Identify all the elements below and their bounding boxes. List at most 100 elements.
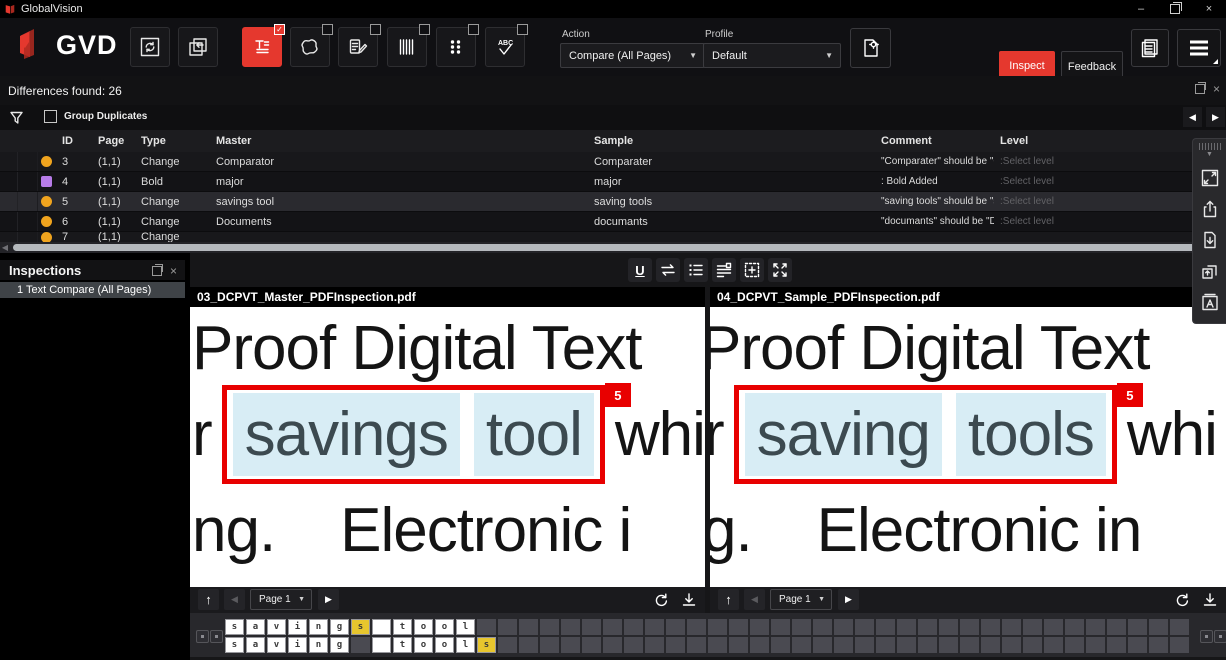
profile-settings-button[interactable] [850, 28, 891, 68]
difference-list-button[interactable] [684, 258, 708, 282]
color-inspection-checkbox[interactable] [370, 24, 381, 35]
close-button[interactable]: × [1192, 0, 1226, 18]
scroll-up-button[interactable]: ↑ [718, 589, 739, 610]
spelling-inspection-tool-button[interactable]: ABC [485, 27, 525, 67]
group-duplicates[interactable]: Group Duplicates [44, 110, 147, 123]
rotate-button[interactable] [650, 589, 671, 610]
prev-page-button[interactable]: ◀ [744, 589, 765, 610]
prev-page-button[interactable]: ◀ [224, 589, 245, 610]
next-page-button[interactable]: ▶ [838, 589, 859, 610]
collapse-panel-icon[interactable]: ▼ [1193, 151, 1226, 159]
next-difference-button[interactable]: ▶ [1206, 107, 1225, 127]
underline-button[interactable]: U [628, 258, 652, 282]
menu-button[interactable] [1177, 29, 1221, 67]
difference-highlight-box[interactable]: savingstool 5 [222, 385, 605, 484]
difference-number-badge[interactable]: 5 [605, 383, 631, 407]
color-inspection-tool-button[interactable] [338, 27, 378, 67]
strip-option-button[interactable] [1214, 630, 1226, 643]
level-select[interactable]: :Select level [994, 192, 1180, 211]
download-button[interactable] [678, 589, 699, 610]
char-cell [372, 637, 391, 653]
col-comment[interactable]: Comment [875, 135, 994, 147]
difference-highlight-box[interactable]: savingtools 5 [734, 385, 1117, 484]
col-id[interactable]: ID [56, 135, 92, 147]
text-compare-checkbox[interactable]: ✓ [274, 24, 285, 35]
table-row[interactable]: 4(1,1)Boldmajormajor: Bold Added:Select … [0, 172, 1226, 192]
float-panel-icon[interactable] [1195, 84, 1205, 94]
char-cell [351, 637, 370, 653]
profile-dropdown[interactable]: Default▼ [703, 43, 841, 68]
save-page-button[interactable] [1198, 228, 1222, 252]
fit-to-window-button[interactable] [1198, 166, 1222, 190]
page-select-dropdown[interactable]: Page 1▼ [250, 589, 312, 610]
group-duplicates-checkbox[interactable] [44, 110, 57, 123]
table-row[interactable]: 6(1,1)ChangeDocumentsdocumants"documants… [0, 212, 1226, 232]
font-inspect-button[interactable] [1198, 290, 1222, 314]
master-doc-view[interactable]: Proof Digital Text r savingstool 5 whi n… [190, 307, 705, 587]
barcode-inspection-checkbox[interactable] [419, 24, 430, 35]
next-page-button[interactable]: ▶ [318, 589, 339, 610]
underline-icon: U [635, 263, 644, 278]
restore-button[interactable] [1158, 0, 1192, 18]
spelling-inspection-checkbox[interactable] [517, 24, 528, 35]
text-details-button[interactable] [712, 258, 736, 282]
add-region-button[interactable] [740, 258, 764, 282]
graphics-compare-checkbox[interactable] [322, 24, 333, 35]
load-previous-tool-button[interactable] [178, 27, 218, 67]
sample-doc-view[interactable]: Proof Digital Text r savingtools 5 whi g… [710, 307, 1226, 587]
close-panel-icon[interactable]: × [170, 266, 177, 276]
table-row[interactable]: 3(1,1)ChangeComparatorComparater"Compara… [0, 152, 1226, 172]
col-level[interactable]: Level [994, 135, 1180, 147]
horizontal-scrollbar[interactable]: ◀ ▶ [0, 242, 1226, 253]
table-row[interactable]: 7(1,1)Change [0, 232, 1226, 242]
drag-handle[interactable] [1199, 143, 1221, 150]
page-select-dropdown[interactable]: Page 1▼ [770, 589, 832, 610]
difference-number-badge[interactable]: 5 [1117, 383, 1143, 407]
action-value: Compare (All Pages) [569, 50, 671, 62]
float-panel-icon[interactable] [152, 266, 162, 276]
strip-option-button[interactable] [1200, 630, 1213, 643]
minimize-button[interactable]: – [1124, 0, 1158, 18]
level-select[interactable]: :Select level [994, 152, 1180, 171]
col-page[interactable]: Page [92, 135, 135, 147]
braille-inspection-tool-button[interactable] [436, 27, 476, 67]
main-toolbar: GVD ✓ ABC Ac [0, 18, 1226, 76]
close-panel-icon[interactable]: × [1213, 84, 1220, 94]
expand-viewer-button[interactable] [768, 258, 792, 282]
scroll-up-button[interactable]: ↑ [198, 589, 219, 610]
rotate-button[interactable] [1171, 589, 1192, 610]
char-cell-empty [939, 637, 958, 653]
col-master[interactable]: Master [210, 135, 588, 147]
scrollbar-thumb[interactable] [13, 244, 1213, 251]
export-document-button[interactable] [1198, 197, 1222, 221]
level-select[interactable] [994, 232, 1180, 242]
barcode-inspection-tool-button[interactable] [387, 27, 427, 67]
download-button[interactable] [1199, 589, 1220, 610]
char-cell-empty [582, 637, 601, 653]
swap-documents-button[interactable] [656, 258, 680, 282]
strip-option-button[interactable] [196, 630, 209, 643]
level-select[interactable]: :Select level [994, 212, 1180, 231]
sync-tool-button[interactable] [130, 27, 170, 67]
col-sample[interactable]: Sample [588, 135, 875, 147]
graphics-compare-tool-button[interactable] [290, 27, 330, 67]
report-button[interactable] [1131, 29, 1169, 67]
text-compare-tool-button[interactable]: ✓ [242, 27, 282, 67]
action-dropdown[interactable]: Compare (All Pages)▼ [560, 43, 705, 68]
doc-text-line: r [192, 399, 212, 470]
level-select[interactable]: :Select level [994, 172, 1180, 191]
prev-difference-button[interactable]: ◀ [1183, 107, 1202, 127]
filter-icon[interactable] [9, 110, 24, 125]
inspection-item[interactable]: 1 Text Compare (All Pages) [0, 282, 185, 298]
page-label: Page 1 [779, 594, 811, 605]
table-row[interactable]: 5(1,1)Changesavings toolsaving tools"sav… [0, 192, 1226, 212]
table-header: ID Page Type Master Sample Comment Level [0, 130, 1226, 152]
char-cell: l [456, 637, 475, 653]
scroll-left-icon[interactable]: ◀ [0, 243, 10, 252]
braille-inspection-checkbox[interactable] [468, 24, 479, 35]
strip-option-button[interactable] [210, 630, 223, 643]
restore-icon [1170, 4, 1180, 14]
char-cell-empty [792, 637, 811, 653]
export-csv-button[interactable] [1198, 259, 1222, 283]
col-type[interactable]: Type [135, 135, 210, 147]
